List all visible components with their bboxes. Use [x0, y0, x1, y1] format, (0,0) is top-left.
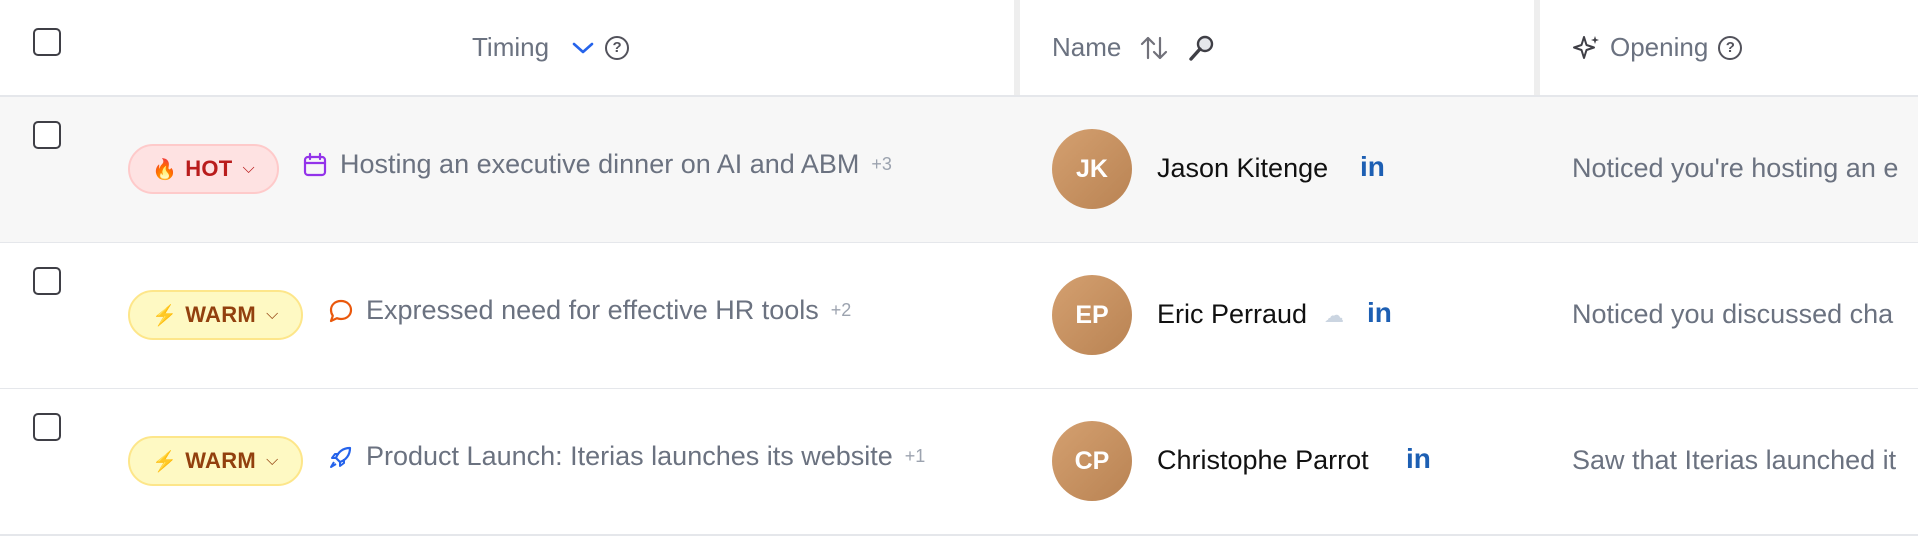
opening-text[interactable]: Noticed you're hosting an e	[1572, 153, 1898, 184]
table-row[interactable]: ⚡ WARM ⌵ Product Launch: Iterias launche…	[0, 389, 1918, 536]
signal-text: Expressed need for effective HR tools	[366, 295, 819, 325]
signal-more-count[interactable]: +1	[905, 446, 926, 467]
lightning-icon: ⚡	[152, 450, 178, 473]
lightning-icon: ⚡	[152, 304, 178, 327]
intent-label: HOT	[185, 156, 233, 181]
person-name[interactable]: Christophe Parrot	[1157, 445, 1369, 476]
column-divider[interactable]	[1014, 0, 1020, 95]
row-checkbox[interactable]	[33, 267, 61, 295]
intent-badge-hot[interactable]: 🔥 HOT ⌵	[128, 144, 279, 194]
row-checkbox[interactable]	[33, 121, 61, 149]
person-name[interactable]: Eric Perraud	[1157, 299, 1307, 330]
opening-column-header[interactable]: Opening ?	[1572, 0, 1743, 95]
opening-text[interactable]: Saw that Iterias launched it	[1572, 445, 1896, 476]
timing-column-header[interactable]: Timing ?	[472, 0, 630, 95]
intent-label: WARM	[185, 302, 257, 327]
signal[interactable]: Hosting an executive dinner on AI and AB…	[302, 149, 892, 180]
cloud-icon: ☁	[1324, 305, 1344, 327]
search-icon[interactable]	[1187, 33, 1217, 63]
table-row[interactable]: ⚡ WARM ⌵ Expressed need for effective HR…	[0, 243, 1918, 390]
linkedin-icon[interactable]: in	[1406, 443, 1431, 475]
timing-header-label: Timing	[472, 32, 550, 62]
signal-more-count[interactable]: +3	[871, 154, 892, 175]
row-checkbox[interactable]	[33, 413, 61, 441]
avatar: CP	[1052, 421, 1132, 501]
intent-badge-warm[interactable]: ⚡ WARM ⌵	[128, 436, 303, 486]
opening-header-label: Opening	[1610, 32, 1709, 62]
select-all-checkbox[interactable]	[33, 28, 61, 56]
intent-badge-warm[interactable]: ⚡ WARM ⌵	[128, 290, 303, 340]
table-row[interactable]: 🔥 HOT ⌵ Hosting an executive dinner on A…	[0, 97, 1918, 244]
signal-more-count[interactable]: +2	[831, 300, 852, 321]
avatar: JK	[1052, 129, 1132, 209]
name-column-header[interactable]: Name	[1052, 0, 1217, 95]
signal-text: Hosting an executive dinner on AI and AB…	[340, 149, 860, 179]
signal-text: Product Launch: Iterias launches its web…	[366, 441, 893, 471]
sparkle-icon	[1572, 33, 1602, 63]
linkedin-icon[interactable]: in	[1367, 297, 1392, 329]
name-header-label: Name	[1052, 32, 1122, 62]
calendar-icon	[302, 152, 328, 178]
rocket-icon	[328, 444, 354, 470]
chevron-down-icon: ⌵	[266, 452, 279, 469]
signal[interactable]: Expressed need for effective HR tools +2	[328, 295, 851, 326]
chevron-down-icon: ⌵	[242, 160, 255, 177]
column-divider[interactable]	[1534, 0, 1540, 95]
avatar: EP	[1052, 275, 1132, 355]
opening-help-icon[interactable]: ?	[1718, 35, 1743, 60]
fire-icon: 🔥	[152, 158, 178, 181]
person-name[interactable]: Jason Kitenge	[1157, 153, 1328, 184]
signal[interactable]: Product Launch: Iterias launches its web…	[328, 441, 925, 472]
intent-label: WARM	[185, 448, 257, 473]
linkedin-icon[interactable]: in	[1360, 151, 1385, 183]
table-header: Timing ? Name Opening ?	[0, 0, 1918, 97]
chevron-down-icon: ⌵	[266, 306, 279, 323]
chat-bubble-icon	[328, 298, 354, 324]
chevron-down-icon[interactable]	[571, 40, 595, 56]
timing-help-icon[interactable]: ?	[605, 35, 630, 60]
sort-arrows-icon[interactable]	[1139, 34, 1169, 62]
opening-text[interactable]: Noticed you discussed cha	[1572, 299, 1893, 330]
